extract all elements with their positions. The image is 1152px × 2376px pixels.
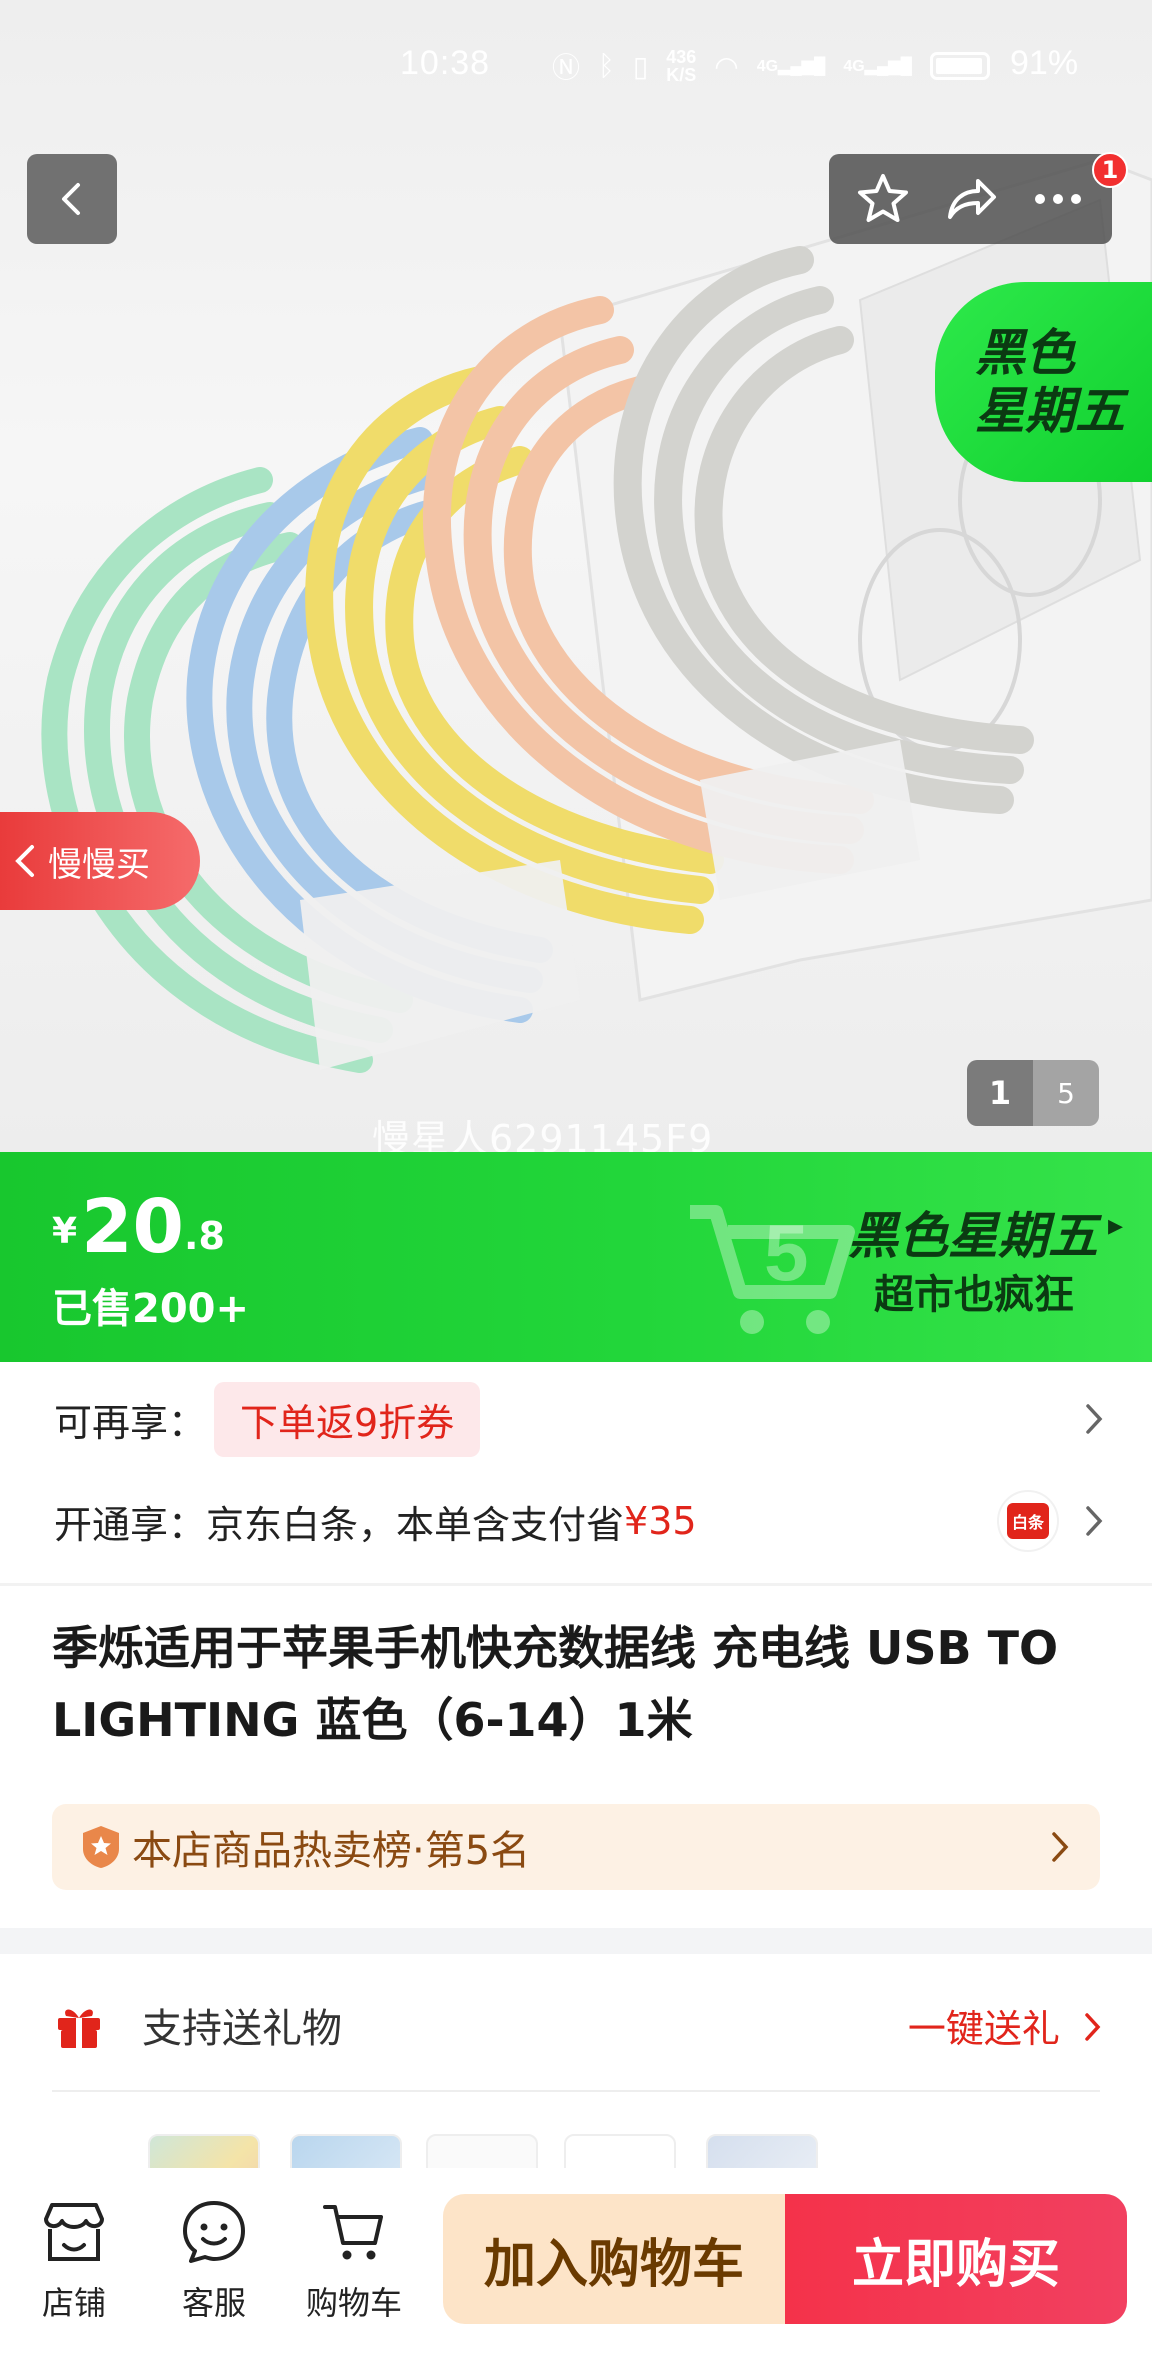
star-icon — [857, 174, 908, 222]
status-bar: 10:38 Ⓝ ᛒ ▯ 436 K/S ◠ 4G▂▄▆█ 4G▂▄▆█ 91% — [0, 40, 1152, 96]
svg-text:5: 5 — [764, 1208, 809, 1297]
shop-icon — [44, 2203, 104, 2261]
more-button[interactable] — [1023, 164, 1093, 234]
price-banner: ¥ 20 .8 已售200+ 5 黑色星期五 ▸ 超市也疯狂 — [0, 1152, 1152, 1362]
net-speed: 436 K/S — [666, 47, 697, 85]
chevron-left-icon — [15, 845, 34, 877]
chevron-right-icon — [1086, 1506, 1103, 1536]
price: ¥ 20 .8 — [52, 1184, 225, 1270]
bottom-action-bar: 店铺 客服 购物车 加入购物车 立即购买 — [0, 2168, 1152, 2376]
baitiao-label: 开通享： — [54, 1502, 207, 1547]
share-button[interactable] — [935, 164, 1005, 234]
gift-icon — [58, 2009, 100, 2048]
tab-service[interactable]: 客服 — [154, 2192, 274, 2324]
back-icon — [62, 183, 80, 215]
vibrate-icon: ▯ — [632, 50, 649, 82]
chevron-right-icon — [1052, 1832, 1069, 1862]
share-icon — [948, 179, 997, 219]
nfc-icon: Ⓝ — [552, 52, 581, 83]
back-button[interactable] — [27, 154, 117, 244]
add-to-cart-button[interactable]: 加入购物车 — [443, 2194, 785, 2324]
wifi-icon: ◠ — [714, 50, 739, 82]
divider — [52, 2090, 1100, 2092]
notification-badge: 1 — [1092, 152, 1128, 188]
status-time: 10:38 — [400, 44, 491, 82]
pager-current: 1 — [967, 1060, 1033, 1126]
bluetooth-icon: ᛒ — [598, 50, 615, 81]
product-title: 季烁适用于苹果手机快充数据线 充电线 USB TO LIGHTING 蓝色（6-… — [52, 1621, 1059, 1747]
sold-count: 已售200+ — [52, 1286, 250, 1332]
event-subtitle: 超市也疯狂 — [874, 1272, 1074, 1318]
baitiao-icon: 白条 — [997, 1490, 1059, 1552]
pager-total: 5 — [1033, 1060, 1099, 1126]
event-arrow-icon: ▸ — [1108, 1208, 1124, 1243]
top-action-group — [829, 154, 1112, 244]
coupon-label: 可再享： — [54, 1400, 207, 1445]
tab-cart[interactable]: 购物车 — [294, 2192, 414, 2324]
baitiao-text: 京东白条，本单含支付省 — [206, 1502, 625, 1547]
gift-label: 支持送礼物 — [142, 2006, 342, 2052]
hot-rank-banner[interactable]: 本店商品热卖榜·第5名 — [52, 1804, 1100, 1890]
baitiao-amount: ¥35 — [624, 1499, 697, 1543]
image-pager: 1 5 — [967, 1060, 1099, 1126]
rank-text: 本店商品热卖榜·第5名 — [132, 1828, 531, 1874]
signal-icon: 4G▂▄▆█ — [843, 58, 912, 75]
favorite-button[interactable] — [848, 164, 918, 234]
cart-icon — [323, 2205, 383, 2260]
buy-now-button[interactable]: 立即购买 — [785, 2194, 1127, 2324]
send-gift-link[interactable]: 一键送礼 — [908, 1998, 1102, 2053]
slow-buy-tab[interactable]: 慢慢买 — [0, 812, 200, 910]
coupon-tag[interactable]: 下单返9折券 — [214, 1381, 481, 1457]
service-icon — [183, 2201, 245, 2263]
supermarket-cart-icon: 5 — [690, 1205, 855, 1334]
medal-icon — [83, 1826, 119, 1868]
black-friday-sticker: 黑色 星期五 — [935, 282, 1152, 482]
more-icon — [1035, 194, 1082, 204]
battery-percent: 91% — [1010, 44, 1079, 82]
gift-row[interactable]: 支持送礼物 一键送礼 — [0, 1970, 1152, 2080]
section-gap — [0, 1928, 1152, 1954]
product-image-carousel[interactable]: 10:38 Ⓝ ᛒ ▯ 436 K/S ◠ 4G▂▄▆█ 4G▂▄▆█ 91% — [0, 0, 1152, 1152]
tab-shop[interactable]: 店铺 — [14, 2192, 134, 2324]
baitiao-row[interactable]: 开通享： 京东白条，本单含支付省 ¥35 白条 — [0, 1476, 1152, 1566]
coupon-row[interactable]: 可再享： 下单返9折券 — [0, 1372, 1152, 1466]
watermark: 慢星人6291145F9 — [372, 1117, 714, 1152]
chevron-right-icon — [1085, 2012, 1101, 2041]
battery-icon — [929, 52, 990, 80]
event-title[interactable]: 黑色星期五 — [848, 1196, 1098, 1268]
chevron-right-icon — [1086, 1404, 1103, 1434]
divider — [0, 1583, 1152, 1586]
signal-icon: 4G▂▄▆█ — [756, 58, 826, 75]
